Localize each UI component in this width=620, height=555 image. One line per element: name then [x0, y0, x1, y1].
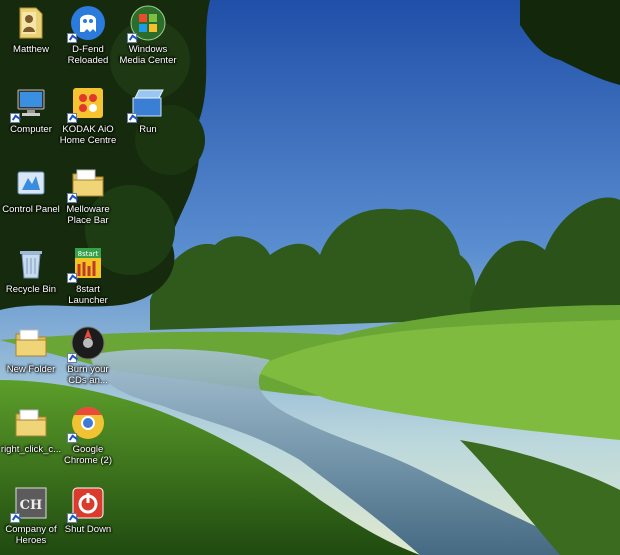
shortcut-arrow-icon: [67, 33, 77, 43]
shortcut-arrow-icon: [127, 113, 137, 123]
shortcut-arrow-icon: [67, 273, 77, 283]
shortcut-arrow-icon: [67, 353, 77, 363]
chrome-icon: [67, 404, 107, 443]
shortcut-arrow-icon: [67, 433, 77, 443]
desktop-icon-dfend[interactable]: D-Fend Reloaded: [57, 2, 119, 72]
shortcut-arrow-icon: [127, 33, 137, 43]
desktop-icon-burn[interactable]: Burn your CDs an...: [57, 322, 119, 392]
windows-orb-icon: [127, 4, 167, 43]
shortcut-arrow-icon: [67, 113, 77, 123]
computer-icon: [10, 84, 50, 123]
desktop-icon-wmc[interactable]: Windows Media Center: [117, 2, 179, 72]
kodak-icon: [67, 84, 107, 123]
burn-disc-icon: [67, 324, 107, 363]
folder-icon: [12, 324, 50, 362]
desktop-icon-label: Burn your CDs an...: [67, 364, 109, 386]
svg-text:CH: CH: [20, 498, 43, 513]
user-folder-icon: [12, 4, 50, 42]
shortcut-arrow-icon: [67, 193, 77, 203]
desktop-icon-kodak[interactable]: KODAK AiO Home Centre: [57, 82, 119, 152]
folder-icon: [67, 164, 107, 203]
shortcut-arrow-icon: [10, 113, 20, 123]
desktop-icon-label: 8start Launcher: [68, 284, 108, 306]
desktop-icon-run[interactable]: Run: [117, 82, 179, 152]
run-icon: [127, 84, 167, 123]
8start-icon: 8start: [67, 244, 107, 283]
desktop-icon-label: Google Chrome (2): [63, 444, 113, 466]
desktop-icon-melloware[interactable]: Melloware Place Bar: [57, 162, 119, 232]
desktop-icon-label: Melloware Place Bar: [66, 204, 110, 226]
recycle-bin-icon: [12, 244, 50, 282]
folder-icon: [12, 404, 50, 442]
shortcut-arrow-icon: [10, 513, 20, 523]
dfend-ghost-icon: [67, 4, 107, 43]
desktop-icon-chrome[interactable]: Google Chrome (2): [57, 402, 119, 472]
control-panel-icon: [12, 164, 50, 202]
power-icon: [67, 484, 107, 523]
svg-text:8start: 8start: [78, 250, 99, 258]
company-of-heroes-icon: CH: [10, 484, 50, 523]
desktop-icon-coh[interactable]: CH Company of Heroes: [0, 482, 62, 552]
desktop-icon-label: Shut Down: [64, 524, 112, 535]
desktop-icon-shutdown[interactable]: Shut Down: [57, 482, 119, 552]
shortcut-arrow-icon: [67, 513, 77, 523]
desktop-icon-8start[interactable]: 8start 8start Launcher: [57, 242, 119, 312]
desktop-icon-label: Run: [139, 124, 157, 135]
desktop-icon-label: Windows Media Center: [119, 44, 177, 66]
